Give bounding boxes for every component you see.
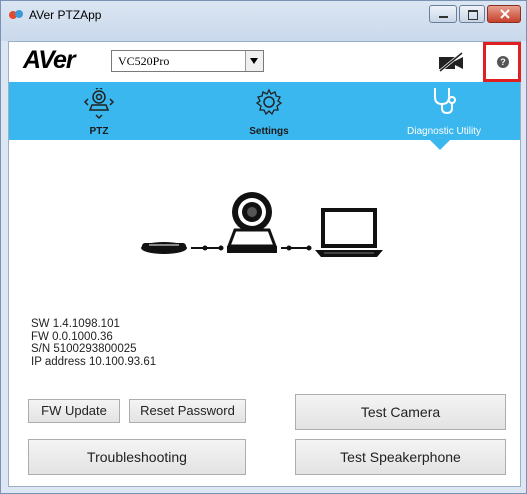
- connection-diagram: [141, 192, 383, 257]
- ptz-camera-icon: [83, 88, 115, 120]
- maximize-button[interactable]: [459, 5, 485, 23]
- troubleshooting-button[interactable]: Troubleshooting: [28, 439, 246, 475]
- tab-settings[interactable]: Settings: [234, 82, 304, 140]
- camera-select[interactable]: VC520Pro: [111, 50, 264, 72]
- main-panel: AVer VC520Pro ? PTZ Settings Diagnostic …: [8, 41, 521, 487]
- close-icon: [500, 9, 510, 19]
- device-info: SW 1.4.1098.101 FW 0.0.1000.36 S/N 51002…: [31, 318, 156, 368]
- speakerphone-icon: [141, 242, 187, 254]
- maximize-icon: [468, 10, 478, 20]
- close-button[interactable]: [487, 5, 521, 23]
- aver-logo: AVer: [23, 46, 76, 74]
- minimize-icon: [439, 16, 448, 18]
- app-logo-icon: [9, 10, 23, 19]
- stethoscope-icon: [434, 88, 456, 115]
- nav-bar: PTZ Settings Diagnostic Utility: [9, 82, 520, 140]
- help-icon[interactable]: ?: [497, 56, 509, 68]
- camera-select-value: VC520Pro: [118, 54, 170, 68]
- tab-diagnostic-utility[interactable]: Diagnostic Utility: [389, 82, 499, 140]
- title-bar[interactable]: AVer PTZApp: [1, 1, 526, 41]
- fw-update-button[interactable]: FW Update: [28, 399, 120, 423]
- app-window: AVer PTZApp AVer VC520Pro ? PTZ Settings…: [0, 0, 527, 494]
- help-highlight: ?: [483, 42, 521, 82]
- laptop-icon: [315, 208, 383, 257]
- tab-ptz[interactable]: PTZ: [69, 82, 129, 140]
- tab-ptz-label: PTZ: [89, 126, 109, 137]
- window-title: AVer PTZApp: [29, 8, 102, 22]
- ptz-camera-device-icon: [226, 192, 278, 253]
- reset-password-button[interactable]: Reset Password: [129, 399, 246, 423]
- camera-off-icon[interactable]: [437, 52, 465, 72]
- minimize-button[interactable]: [429, 5, 457, 23]
- ip-address: IP address 10.100.93.61: [31, 355, 157, 368]
- test-speakerphone-button[interactable]: Test Speakerphone: [295, 439, 506, 475]
- active-tab-pointer: [430, 140, 450, 150]
- fw-version: FW 0.0.1000.36: [31, 330, 113, 343]
- gear-icon: [255, 88, 283, 116]
- chevron-down-icon[interactable]: [245, 51, 263, 71]
- sw-version: SW 1.4.1098.101: [31, 318, 120, 330]
- serial-number: S/N 5100293800025: [31, 343, 137, 355]
- test-camera-button[interactable]: Test Camera: [295, 394, 506, 430]
- tab-diagnostic-utility-label: Diagnostic Utility: [407, 126, 481, 137]
- tab-settings-label: Settings: [249, 126, 289, 137]
